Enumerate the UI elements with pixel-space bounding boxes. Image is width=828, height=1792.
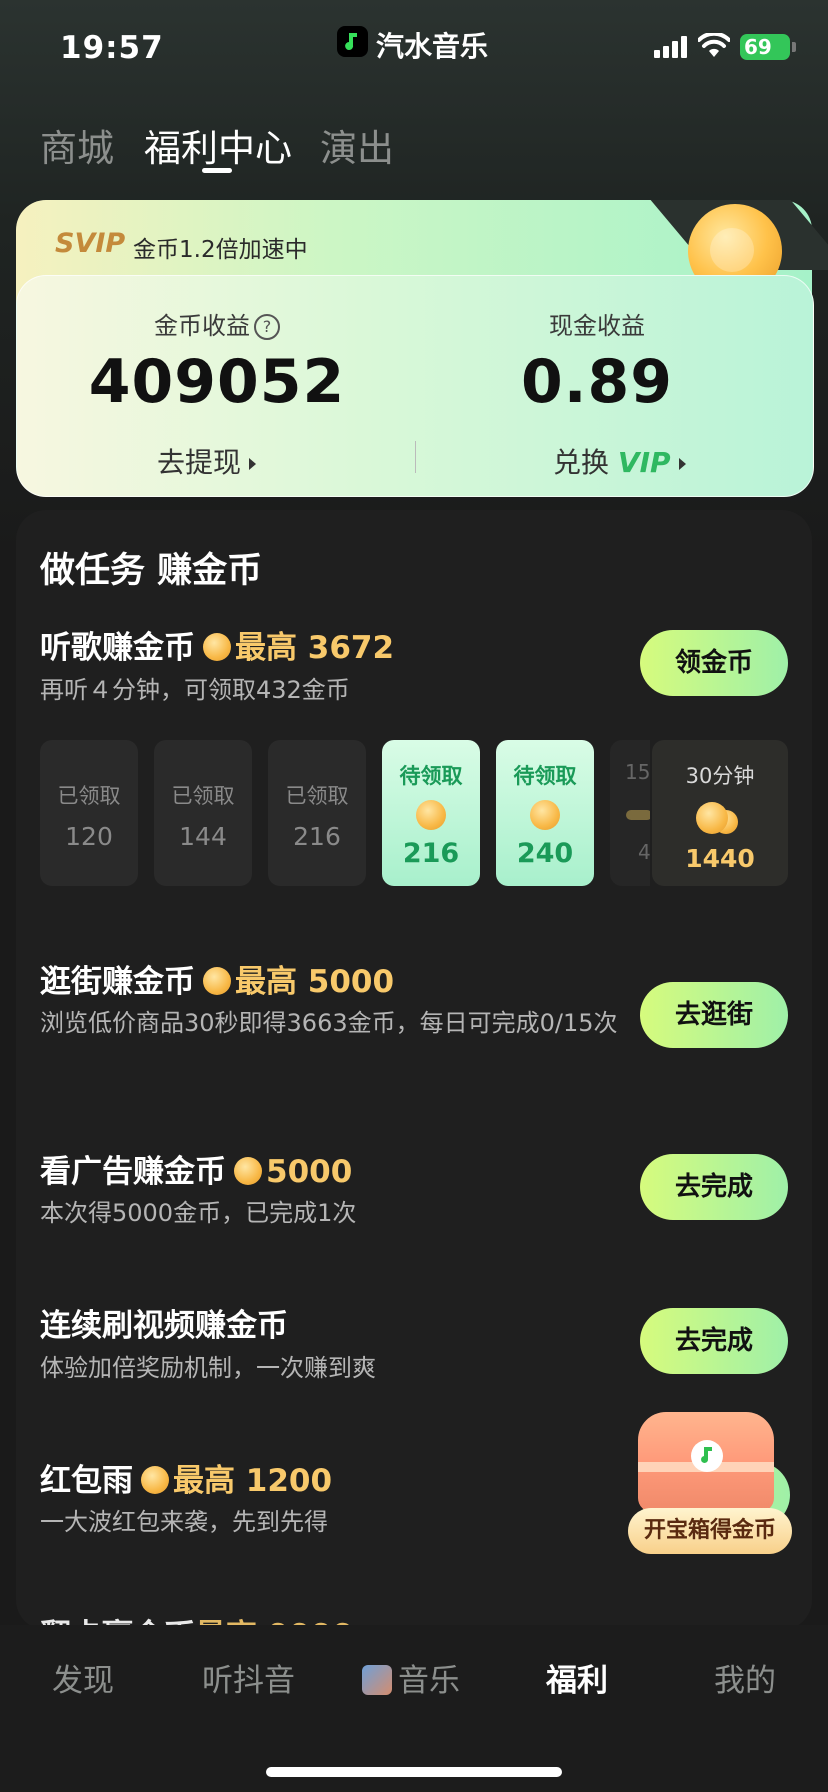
- slot-value: 144: [179, 822, 227, 851]
- progress-bar: [626, 810, 650, 820]
- tab-mall[interactable]: 商城: [40, 118, 114, 172]
- tab-welfare-center[interactable]: 福利中心: [144, 118, 292, 172]
- claim-coins-button[interactable]: 领金币: [640, 630, 788, 696]
- cash-earnings-value: 0.89: [520, 347, 674, 417]
- svip-boost-text: 金币1.2倍加速中: [133, 237, 308, 263]
- reward-slot-partial: 15 4: [610, 740, 650, 886]
- status-time: 19:57: [60, 30, 164, 66]
- withdraw-label: 去提现: [157, 446, 242, 479]
- coin-icon: [141, 1466, 169, 1494]
- coin-stack-icon: [690, 798, 750, 838]
- go-shopping-button[interactable]: 去逛街: [640, 982, 788, 1048]
- coin-icon: [530, 800, 560, 830]
- wifi-icon: [698, 33, 730, 57]
- slot-value: 216: [293, 822, 341, 851]
- card-divider: [415, 441, 416, 473]
- tab-shows[interactable]: 演出: [320, 118, 394, 172]
- slot-value: 120: [65, 822, 113, 851]
- slot-value: 216: [402, 838, 460, 869]
- reward-slot-claimed: 已领取 216: [268, 740, 366, 886]
- final-slot-value: 1440: [685, 844, 755, 873]
- coin-icon: [203, 633, 231, 661]
- status-bar: 19:57 汽水音乐 69: [0, 0, 828, 100]
- ad-task-max: 5000: [266, 1154, 353, 1190]
- withdraw-link[interactable]: 去提现: [157, 441, 257, 481]
- coin-icon: [416, 800, 446, 830]
- nav-welfare[interactable]: 福利: [546, 1655, 608, 1700]
- complete-ad-task-button[interactable]: 去完成: [640, 1154, 788, 1220]
- ad-task-title: 看广告赚金币: [40, 1154, 226, 1190]
- battery-level: 69: [744, 35, 772, 59]
- coin-earnings-value: 409052: [88, 347, 346, 417]
- complete-video-task-button[interactable]: 去完成: [640, 1308, 788, 1374]
- battery-icon: 69: [740, 34, 790, 60]
- section-title: 做任务 赚金币: [40, 551, 263, 591]
- music-task-max: 最高 3672: [235, 630, 395, 666]
- music-task-title: 听歌赚金币: [40, 630, 195, 666]
- coin-earnings: 金币收益? 409052: [37, 306, 397, 417]
- task-title: 听歌赚金币 最高 3672: [40, 622, 394, 667]
- reward-slot-pending[interactable]: 待领取 240: [496, 740, 594, 886]
- triangle-right-icon: [678, 458, 686, 470]
- help-icon[interactable]: ?: [254, 314, 280, 340]
- task-title: 连续刷视频赚金币: [40, 1300, 288, 1345]
- redpacket-task-desc: 一大波红包来袭，先到先得: [40, 1508, 328, 1536]
- battery-cap: [792, 42, 796, 52]
- tab-indicator: [202, 168, 232, 173]
- nav-me[interactable]: 我的: [714, 1655, 776, 1700]
- home-indicator: [266, 1767, 562, 1777]
- slot-label: 已领取: [285, 784, 349, 808]
- reward-slot-claimed: 已领取 120: [40, 740, 138, 886]
- slot-label: 已领取: [57, 784, 121, 808]
- slot-label: 已领取: [171, 784, 235, 808]
- coin-icon: [234, 1157, 262, 1185]
- coin-icon: [203, 967, 231, 995]
- exchange-label: 兑换: [553, 446, 610, 479]
- vip-label: VIP: [617, 446, 671, 479]
- cellular-signal-icon: [654, 36, 690, 58]
- cash-earnings: 现金收益 0.89: [417, 306, 777, 417]
- video-task-desc: 体验加倍奖励机制，一次赚到爽: [40, 1354, 376, 1382]
- partial-slot-top: 15: [625, 760, 650, 784]
- slot-value: 240: [516, 838, 574, 869]
- coin-earnings-label: 金币收益: [154, 312, 250, 340]
- treasure-chest-button[interactable]: 开宝箱得金币: [628, 1400, 792, 1554]
- reward-slot-claimed: 已领取 144: [154, 740, 252, 886]
- exchange-vip-link[interactable]: 兑换 VIP: [553, 441, 686, 481]
- redpacket-task-max: 最高 1200: [173, 1463, 333, 1499]
- slot-label: 待领取: [513, 764, 577, 788]
- nav-music[interactable]: 音乐: [362, 1655, 460, 1700]
- app-name: 汽水音乐: [376, 30, 489, 63]
- nav-music-label: 音乐: [398, 1663, 460, 1699]
- nav-listen-douyin[interactable]: 听抖音: [202, 1655, 295, 1700]
- video-task-title: 连续刷视频赚金币: [40, 1308, 288, 1344]
- task-title: 红包雨 最高 1200: [40, 1455, 332, 1500]
- treasure-label: 开宝箱得金币: [628, 1508, 792, 1554]
- music-task-desc: 再听４分钟，可领取432金币: [40, 676, 350, 704]
- reward-slot-pending[interactable]: 待领取 216: [382, 740, 480, 886]
- music-thumbnail-icon: [362, 1665, 392, 1695]
- shop-task-desc: 浏览低价商品30秒即得3663金币，每日可完成0/15次: [40, 1009, 618, 1037]
- triangle-right-icon: [249, 458, 257, 470]
- redpacket-task-title: 红包雨: [40, 1463, 133, 1499]
- shop-task-title: 逛街赚金币: [40, 964, 195, 1000]
- ad-task-desc: 本次得5000金币，已完成1次: [40, 1199, 357, 1227]
- svip-badge: SVIP: [55, 228, 126, 259]
- nav-discover[interactable]: 发现: [52, 1655, 114, 1700]
- slot-label: 待领取: [399, 764, 463, 788]
- earnings-card: 金币收益? 409052 现金收益 0.89 去提现 兑换 VIP: [16, 275, 814, 497]
- music-note-icon: [691, 1440, 723, 1472]
- reward-slot-final: 30分钟 1440: [652, 740, 788, 886]
- app-logo-icon: [337, 26, 368, 57]
- coin-earnings-label-row: 金币收益?: [37, 306, 397, 341]
- cash-earnings-label: 现金收益: [549, 312, 645, 340]
- final-slot-label: 30分钟: [685, 764, 755, 788]
- partial-slot-bottom: 4: [638, 840, 650, 864]
- task-title: 看广告赚金币 5000: [40, 1146, 352, 1191]
- task-title: 逛街赚金币 最高 5000: [40, 956, 394, 1001]
- shop-task-max: 最高 5000: [235, 964, 395, 1000]
